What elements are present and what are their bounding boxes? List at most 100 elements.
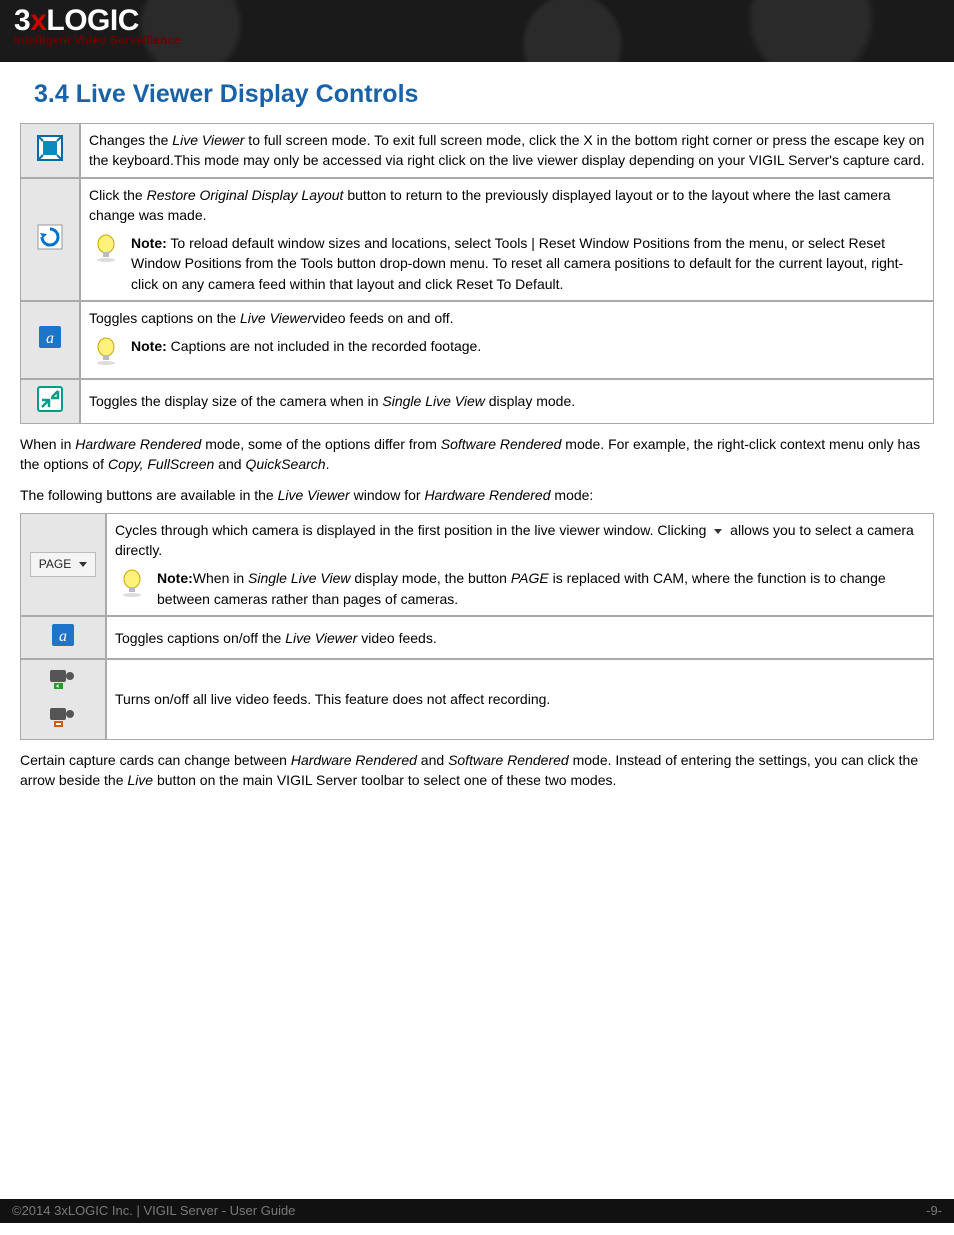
table-row: a Toggles captions on the Live Viewervid… bbox=[20, 301, 934, 379]
video-on-icon bbox=[48, 666, 78, 695]
note-text: To reload default window sizes and locat… bbox=[131, 235, 903, 292]
note-label: Note: bbox=[131, 338, 167, 354]
note-body: Note: To reload default window sizes and… bbox=[131, 233, 925, 294]
desc-cell: Click the Restore Original Display Layou… bbox=[80, 178, 934, 301]
page-button-label: PAGE bbox=[39, 556, 71, 573]
section-number: 3.4 bbox=[34, 80, 69, 108]
em-text: Restore Original Display Layout bbox=[147, 187, 344, 203]
text: Toggles captions on the bbox=[89, 310, 240, 326]
text: window for bbox=[350, 487, 425, 503]
chevron-down-icon bbox=[714, 529, 722, 534]
desc-cell: Toggles the display size of the camera w… bbox=[80, 379, 934, 424]
note-body: Note: Captions are not included in the r… bbox=[131, 336, 925, 356]
em-text: Copy, FullScreen bbox=[108, 456, 214, 472]
em-text: Live Viewer bbox=[285, 630, 357, 646]
icon-cell bbox=[20, 659, 106, 740]
section-name: Live Viewer Display Controls bbox=[76, 80, 419, 108]
chevron-down-icon bbox=[79, 562, 87, 567]
text: When in bbox=[193, 570, 248, 586]
display-size-icon bbox=[37, 386, 63, 417]
icon-cell: PAGE bbox=[20, 513, 106, 616]
desc-cell: Toggles captions on the Live Viewervideo… bbox=[80, 301, 934, 379]
footer-left: ©2014 3xLOGIC Inc. | VIGIL Server - User… bbox=[12, 1203, 295, 1218]
text: and bbox=[214, 456, 245, 472]
text: video feeds. bbox=[357, 630, 436, 646]
text: When in bbox=[20, 436, 75, 452]
footer-page-number: -9- bbox=[926, 1203, 942, 1218]
bulb-icon bbox=[89, 336, 123, 371]
em-text: Live bbox=[127, 772, 153, 788]
table-row: a Toggles captions on/off the Live Viewe… bbox=[20, 616, 934, 659]
text: . bbox=[326, 456, 330, 472]
icon-cell bbox=[20, 123, 80, 178]
em-text: Live Viewer bbox=[172, 132, 244, 148]
em-text: Hardware Rendered bbox=[291, 752, 417, 768]
em-text: Hardware Rendered bbox=[424, 487, 550, 503]
controls-table-1: Changes the Live Viewer to full screen m… bbox=[20, 123, 934, 424]
em-text: Single Live View bbox=[382, 393, 484, 409]
note-row: Note:When in Single Live View display mo… bbox=[115, 568, 925, 609]
note-row: Note: Captions are not included in the r… bbox=[89, 336, 925, 371]
em-text: Live Viewer bbox=[278, 487, 350, 503]
text: button on the main VIGIL Server toolbar … bbox=[153, 772, 616, 788]
em-text: Live Viewer bbox=[240, 310, 312, 326]
text: Click the bbox=[89, 187, 147, 203]
controls-table-2: PAGE Cycles through which camera is disp… bbox=[20, 513, 934, 740]
logo: 3xLOGIC Intelligent Video Surveillance bbox=[14, 6, 940, 46]
header-band: 3xLOGIC Intelligent Video Surveillance bbox=[0, 0, 954, 62]
desc-cell: Changes the Live Viewer to full screen m… bbox=[80, 123, 934, 178]
svg-text:a: a bbox=[59, 628, 67, 645]
page-content: 3.4 Live Viewer Display Controls Changes… bbox=[0, 62, 954, 839]
page-button: PAGE bbox=[30, 552, 96, 577]
icon-cell: a bbox=[20, 301, 80, 379]
text: video feeds on and off. bbox=[312, 310, 453, 326]
note-label: Note: bbox=[131, 235, 167, 251]
text: Certain capture cards can change between bbox=[20, 752, 291, 768]
icon-cell bbox=[20, 379, 80, 424]
paragraph: When in Hardware Rendered mode, some of … bbox=[20, 434, 934, 475]
em-text: Single Live View bbox=[248, 570, 350, 586]
text: and bbox=[417, 752, 448, 768]
paragraph: Certain capture cards can change between… bbox=[20, 750, 934, 791]
text: Turns on/off all live video feeds. This … bbox=[115, 691, 550, 707]
text: display mode, the button bbox=[351, 570, 511, 586]
fullscreen-icon bbox=[37, 135, 63, 166]
note-row: Note: To reload default window sizes and… bbox=[89, 233, 925, 294]
video-off-icon bbox=[48, 704, 78, 733]
text: mode: bbox=[551, 487, 594, 503]
restore-layout-icon bbox=[37, 224, 63, 255]
table-row: Changes the Live Viewer to full screen m… bbox=[20, 123, 934, 178]
svg-text:a: a bbox=[46, 330, 54, 347]
caption-a-icon: a bbox=[51, 623, 75, 652]
table-row: Turns on/off all live video feeds. This … bbox=[20, 659, 934, 740]
text: display mode. bbox=[485, 393, 575, 409]
icon-cell bbox=[20, 178, 80, 301]
em-text: PAGE bbox=[511, 570, 549, 586]
desc-cell: Turns on/off all live video feeds. This … bbox=[106, 659, 934, 740]
section-title: 3.4 Live Viewer Display Controls bbox=[34, 80, 934, 109]
table-row: Click the Restore Original Display Layou… bbox=[20, 178, 934, 301]
em-text: Software Rendered bbox=[441, 436, 562, 452]
note-label: Note: bbox=[157, 570, 193, 586]
em-text: Software Rendered bbox=[448, 752, 569, 768]
text: Cycles through which camera is displayed… bbox=[115, 522, 710, 538]
text: Toggles the display size of the camera w… bbox=[89, 393, 382, 409]
table-row: PAGE Cycles through which camera is disp… bbox=[20, 513, 934, 616]
paragraph: The following buttons are available in t… bbox=[20, 485, 934, 505]
caption-a-icon: a bbox=[38, 325, 62, 354]
table-row: Toggles the display size of the camera w… bbox=[20, 379, 934, 424]
note-body: Note:When in Single Live View display mo… bbox=[157, 568, 925, 609]
text: The following buttons are available in t… bbox=[20, 487, 278, 503]
logo-tagline: Intelligent Video Surveillance bbox=[14, 34, 940, 46]
desc-cell: Cycles through which camera is displayed… bbox=[106, 513, 934, 616]
em-text: QuickSearch bbox=[245, 456, 325, 472]
text: Changes the bbox=[89, 132, 172, 148]
text: Toggles captions on/off the bbox=[115, 630, 285, 646]
em-text: Hardware Rendered bbox=[75, 436, 201, 452]
note-text: Captions are not included in the recorde… bbox=[167, 338, 481, 354]
footer-band: ©2014 3xLOGIC Inc. | VIGIL Server - User… bbox=[0, 1199, 954, 1223]
bulb-icon bbox=[89, 233, 123, 268]
desc-cell: Toggles captions on/off the Live Viewer … bbox=[106, 616, 934, 659]
bulb-icon bbox=[115, 568, 149, 603]
icon-cell: a bbox=[20, 616, 106, 659]
